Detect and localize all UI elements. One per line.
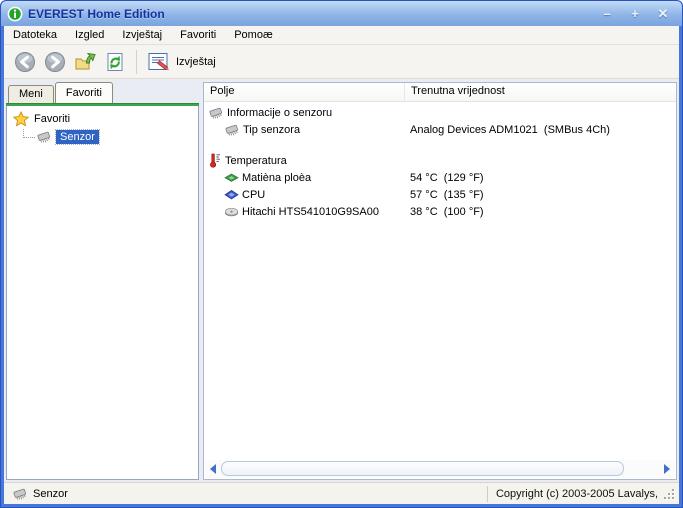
sidebar-tabstrip: Meni Favoriti: [6, 82, 199, 103]
field-value: Analog Devices ADM1021 (SMBus 4Ch): [410, 124, 610, 136]
folder-up-icon: [74, 51, 96, 73]
column-header-vrijednost[interactable]: Trenutna vrijednost: [404, 83, 676, 101]
table-row[interactable]: Hitachi HTS541010G9SA00 38 °C (100 °F): [204, 203, 676, 220]
content-panel: Polje Trenutna vrijednost: [203, 82, 677, 480]
report-button-label: Izvještaj: [176, 56, 216, 68]
menu-pomoc[interactable]: Pomoæ: [225, 27, 282, 43]
client-area: Datoteka Izgled Izvještaj Favoriti Pomoæ: [4, 26, 679, 504]
scrollbar-track[interactable]: [221, 461, 659, 477]
tab-favoriti[interactable]: Favoriti: [55, 82, 113, 103]
menu-izvjestaj[interactable]: Izvještaj: [113, 27, 171, 43]
field-label: CPU: [242, 189, 265, 201]
motherboard-icon: [224, 171, 239, 185]
cpu-icon: [224, 188, 239, 202]
forward-button[interactable]: [40, 48, 70, 76]
field-label: Hitachi HTS541010G9SA00: [242, 206, 379, 218]
menu-izgled[interactable]: Izgled: [66, 27, 113, 43]
hdd-icon: [224, 205, 239, 219]
section-title: Temperatura: [225, 155, 287, 167]
scroll-right-button[interactable]: [659, 460, 675, 478]
table-row[interactable]: Informacije o senzoru: [204, 104, 676, 121]
scroll-left-icon: [210, 464, 216, 474]
tree-item-favoriti[interactable]: Favoriti: [9, 110, 196, 128]
field-value: 57 °C (135 °F): [410, 189, 484, 201]
back-button[interactable]: [10, 48, 40, 76]
column-headers: Polje Trenutna vrijednost: [204, 83, 676, 102]
window-title: EVEREST Home Edition: [28, 7, 590, 21]
status-bar: Senzor Copyright (c) 2003-2005 Lavalys,: [4, 482, 679, 504]
favorites-tree: Favoriti Senzor: [6, 106, 199, 480]
status-separator: [487, 486, 488, 502]
chip-icon: [208, 106, 224, 120]
chip-icon: [36, 130, 52, 144]
table-row[interactable]: CPU 57 °C (135 °F): [204, 186, 676, 203]
section-title: Informacije o senzoru: [227, 107, 332, 119]
refresh-button[interactable]: [100, 48, 130, 76]
horizontal-scrollbar: [205, 460, 675, 478]
field-label: Matièna ploèa: [242, 172, 311, 184]
table-row[interactable]: Matièna ploèa 54 °C (129 °F): [204, 169, 676, 186]
scroll-right-icon: [664, 464, 670, 474]
scrollbar-thumb[interactable]: [221, 461, 624, 476]
tree-root-label: Favoriti: [34, 113, 70, 125]
tree-connector: [23, 129, 35, 138]
status-text: Senzor: [33, 488, 68, 500]
field-value: 38 °C (100 °F): [410, 206, 484, 218]
maximize-button[interactable]: +: [624, 5, 646, 23]
table-row[interactable]: Temperatura: [204, 152, 676, 169]
field-label: Tip senzora: [243, 124, 300, 136]
chip-icon: [12, 487, 28, 501]
column-header-polje[interactable]: Polje: [204, 83, 404, 101]
chip-icon: [224, 123, 240, 137]
tree-item-senzor[interactable]: Senzor: [9, 128, 196, 146]
folder-up-button[interactable]: [70, 48, 100, 76]
star-icon: [13, 111, 29, 127]
forward-icon: [44, 51, 66, 73]
toolbar: Izvještaj: [4, 45, 679, 79]
menu-bar: Datoteka Izgled Izvještaj Favoriti Pomoæ: [4, 26, 679, 45]
tree-child-label: Senzor: [56, 130, 99, 144]
main-area: Meni Favoriti Favoriti: [4, 80, 679, 482]
toolbar-separator: [136, 50, 137, 74]
refresh-icon: [104, 51, 126, 73]
back-icon: [14, 51, 36, 73]
table-row[interactable]: Tip senzora Analog Devices ADM1021 (SMBu…: [204, 121, 676, 138]
thermometer-icon: [208, 153, 222, 168]
minimize-button[interactable]: –: [596, 5, 618, 23]
value-list: Informacije o senzoru Tip senzora: [204, 102, 676, 220]
title-bar[interactable]: EVEREST Home Edition – + ✕: [1, 1, 682, 26]
copyright-text: Copyright (c) 2003-2005 Lavalys,: [496, 488, 658, 500]
menu-datoteka[interactable]: Datoteka: [4, 27, 66, 43]
report-icon: [147, 51, 171, 73]
app-window: EVEREST Home Edition – + ✕ Datoteka Izgl…: [0, 0, 683, 508]
row-spacer: [204, 138, 676, 152]
menu-favoriti[interactable]: Favoriti: [171, 27, 225, 43]
sidebar: Meni Favoriti Favoriti: [6, 82, 199, 480]
report-button[interactable]: Izvještaj: [143, 49, 224, 75]
scroll-left-button[interactable]: [205, 460, 221, 478]
field-value: 54 °C (129 °F): [410, 172, 484, 184]
close-button[interactable]: ✕: [652, 5, 674, 23]
tab-meni[interactable]: Meni: [8, 85, 54, 103]
app-info-icon: [7, 6, 23, 22]
resize-grip[interactable]: [662, 487, 675, 500]
